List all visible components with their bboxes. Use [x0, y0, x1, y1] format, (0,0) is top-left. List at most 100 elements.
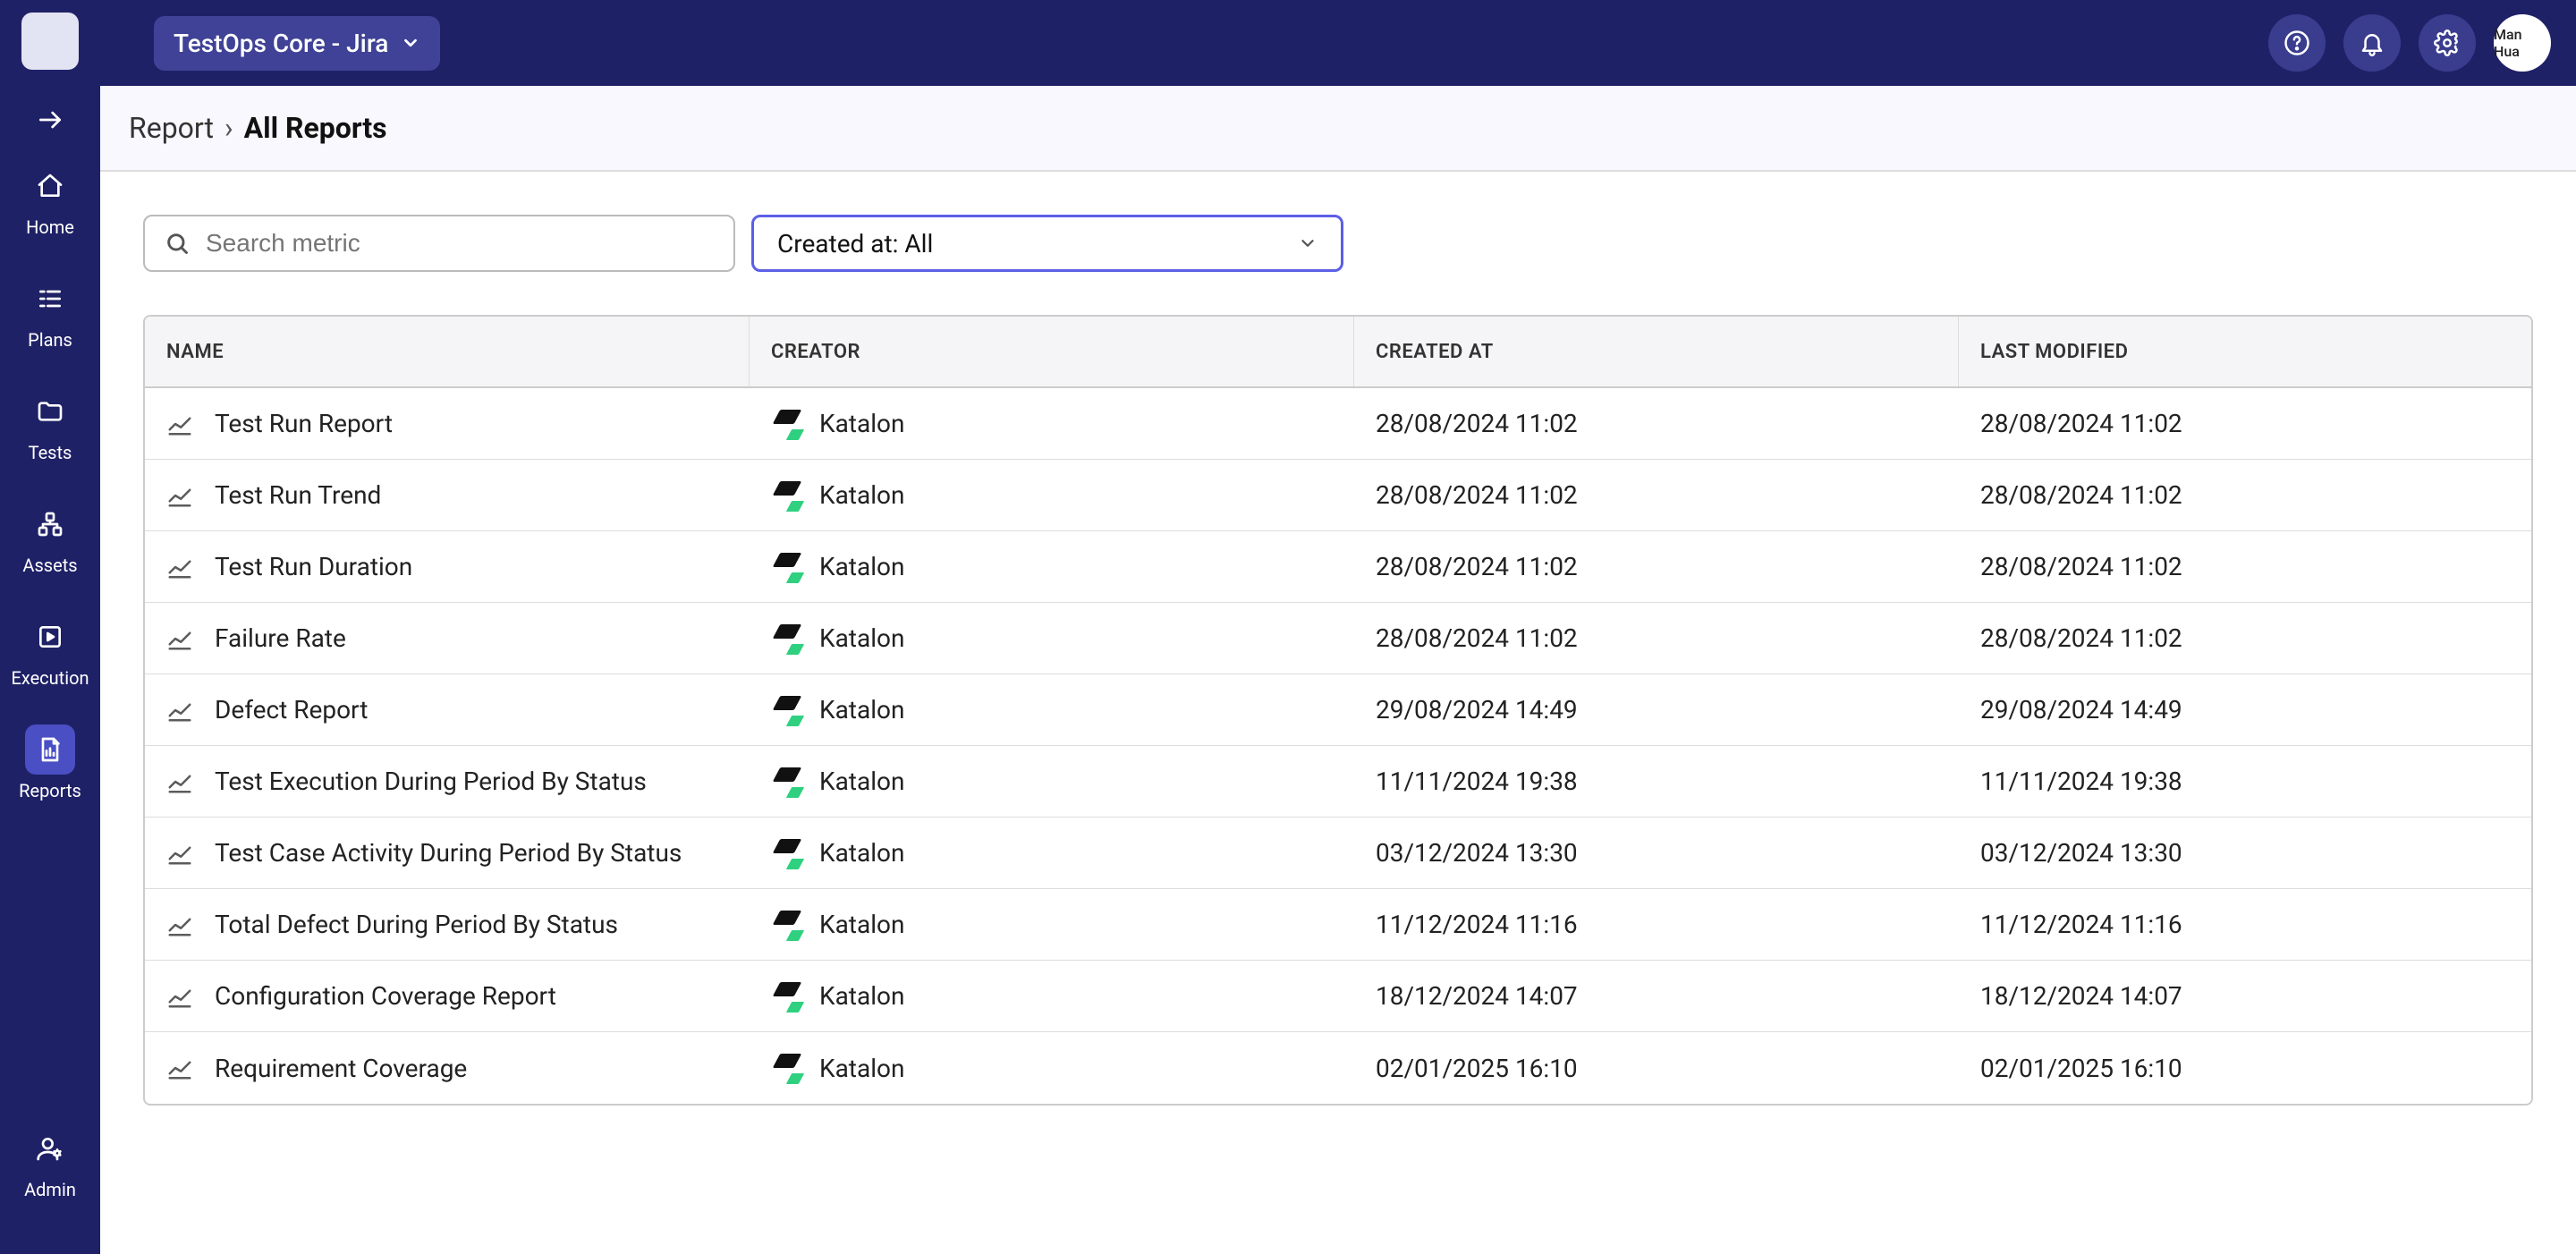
creator-name: Katalon [819, 1054, 904, 1083]
admin-icon [36, 1134, 64, 1163]
last-modified-value: 28/08/2024 11:02 [1980, 552, 2182, 581]
katalon-logo-icon [771, 551, 803, 583]
creator-cell: Katalon [750, 746, 1354, 817]
search-input[interactable] [206, 229, 714, 258]
created-at-cell: 11/12/2024 11:16 [1354, 889, 1959, 960]
created-at-cell: 03/12/2024 13:30 [1354, 818, 1959, 888]
search-box[interactable] [143, 215, 735, 272]
arrow-right-icon [36, 106, 64, 134]
last-modified-cell: 11/11/2024 19:38 [1959, 746, 2531, 817]
reports-table: NAME CREATOR CREATED AT LAST MODIFIED Te… [143, 315, 2533, 1106]
execution-icon [36, 623, 64, 651]
report-name-cell[interactable]: Test Run Duration [145, 531, 750, 602]
sidebar-collapse-button[interactable] [36, 106, 64, 134]
created-at-cell: 28/08/2024 11:02 [1354, 531, 1959, 602]
chevron-down-icon [1298, 233, 1318, 253]
report-name: Total Defect During Period By Status [215, 910, 618, 939]
creator-cell: Katalon [750, 460, 1354, 530]
creator-cell: Katalon [750, 961, 1354, 1031]
breadcrumb-root[interactable]: Report [129, 111, 214, 145]
report-name: Defect Report [215, 695, 368, 724]
report-name-cell[interactable]: Test Case Activity During Period By Stat… [145, 818, 750, 888]
katalon-logo-icon [771, 980, 803, 1013]
table-body: Test Run Report Katalon 28/08/2024 11:02… [145, 388, 2531, 1104]
chart-icon [166, 625, 193, 652]
column-header-created-at[interactable]: CREATED AT [1354, 317, 1959, 386]
creator-cell: Katalon [750, 889, 1354, 960]
topbar: TestOps Core - Jira Man Hua [100, 0, 2576, 86]
chevron-down-icon [401, 33, 420, 53]
chart-icon [166, 482, 193, 509]
created-at-filter[interactable]: Created at: All [751, 215, 1343, 272]
report-name: Test Run Report [215, 409, 393, 438]
assets-icon [36, 510, 64, 538]
project-selector[interactable]: TestOps Core - Jira [154, 16, 440, 71]
last-modified-value: 03/12/2024 13:30 [1980, 838, 2182, 868]
search-icon [165, 231, 190, 256]
sidebar-item-plans[interactable]: Plans [0, 274, 100, 351]
created-at-value: 28/08/2024 11:02 [1376, 409, 1578, 438]
table-row: Test Run Report Katalon 28/08/2024 11:02… [145, 388, 2531, 460]
chart-icon [166, 1055, 193, 1081]
created-at-value: 28/08/2024 11:02 [1376, 552, 1578, 581]
last-modified-value: 28/08/2024 11:02 [1980, 409, 2182, 438]
project-name: TestOps Core - Jira [174, 29, 388, 58]
user-avatar[interactable]: Man Hua [2494, 14, 2551, 72]
report-name: Test Run Duration [215, 552, 412, 581]
table-row: Test Case Activity During Period By Stat… [145, 818, 2531, 889]
sidebar-item-home[interactable]: Home [0, 161, 100, 238]
report-name-cell[interactable]: Test Execution During Period By Status [145, 746, 750, 817]
chart-icon [166, 911, 193, 938]
sidebar-item-reports[interactable]: Reports [0, 724, 100, 801]
sidebar-item-tests[interactable]: Tests [0, 386, 100, 463]
last-modified-value: 29/08/2024 14:49 [1980, 695, 2182, 724]
report-name-cell[interactable]: Total Defect During Period By Status [145, 889, 750, 960]
sidebar-item-admin[interactable]: Admin [0, 1123, 100, 1200]
sidebar-item-assets[interactable]: Assets [0, 499, 100, 576]
report-name-cell[interactable]: Configuration Coverage Report [145, 961, 750, 1031]
created-at-value: 28/08/2024 11:02 [1376, 623, 1578, 653]
table-row: Test Execution During Period By Status K… [145, 746, 2531, 818]
created-at-cell: 28/08/2024 11:02 [1354, 603, 1959, 674]
chart-icon [166, 411, 193, 437]
last-modified-value: 11/11/2024 19:38 [1980, 767, 2182, 796]
report-name-cell[interactable]: Test Run Report [145, 388, 750, 459]
creator-name: Katalon [819, 981, 904, 1011]
creator-name: Katalon [819, 409, 904, 438]
column-header-last-modified[interactable]: LAST MODIFIED [1959, 317, 2531, 386]
help-button[interactable] [2268, 14, 2326, 72]
created-at-cell: 28/08/2024 11:02 [1354, 460, 1959, 530]
created-at-cell: 11/11/2024 19:38 [1354, 746, 1959, 817]
report-name-cell[interactable]: Test Run Trend [145, 460, 750, 530]
creator-cell: Katalon [750, 388, 1354, 459]
report-name-cell[interactable]: Defect Report [145, 674, 750, 745]
last-modified-value: 11/12/2024 11:16 [1980, 910, 2182, 939]
report-name-cell[interactable]: Requirement Coverage [145, 1032, 750, 1104]
breadcrumb: Report › All Reports [100, 86, 2576, 172]
last-modified-cell: 28/08/2024 11:02 [1959, 603, 2531, 674]
sidebar-item-label: Plans [28, 329, 72, 351]
sidebar: Home Plans Tests Assets Execution [0, 0, 100, 1254]
created-at-value: 11/12/2024 11:16 [1376, 910, 1578, 939]
report-name: Failure Rate [215, 623, 346, 653]
created-at-cell: 18/12/2024 14:07 [1354, 961, 1959, 1031]
chart-icon [166, 768, 193, 795]
report-name: Requirement Coverage [215, 1054, 467, 1083]
settings-button[interactable] [2419, 14, 2476, 72]
notifications-button[interactable] [2343, 14, 2401, 72]
column-header-name[interactable]: NAME [145, 317, 750, 386]
creator-name: Katalon [819, 767, 904, 796]
sidebar-item-execution[interactable]: Execution [0, 612, 100, 689]
creator-cell: Katalon [750, 1032, 1354, 1104]
breadcrumb-separator: › [225, 111, 233, 145]
last-modified-value: 02/01/2025 16:10 [1980, 1054, 2182, 1083]
breadcrumb-current: All Reports [244, 111, 387, 145]
sidebar-item-label: Assets [22, 555, 77, 576]
last-modified-cell: 28/08/2024 11:02 [1959, 388, 2531, 459]
report-name: Configuration Coverage Report [215, 981, 556, 1011]
katalon-logo-icon [771, 1052, 803, 1084]
last-modified-value: 28/08/2024 11:02 [1980, 480, 2182, 510]
table-row: Failure Rate Katalon 28/08/2024 11:02 28… [145, 603, 2531, 674]
column-header-creator[interactable]: CREATOR [750, 317, 1354, 386]
report-name-cell[interactable]: Failure Rate [145, 603, 750, 674]
